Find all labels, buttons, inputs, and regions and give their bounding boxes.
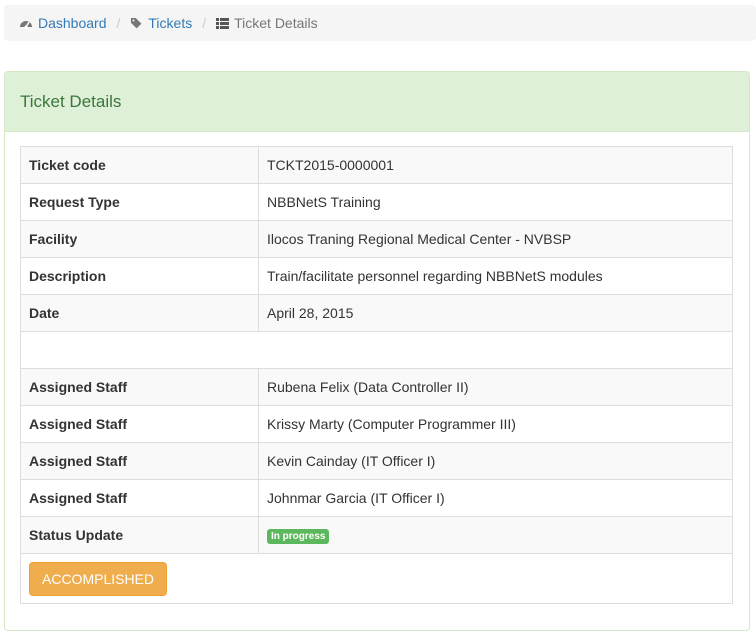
table-row: Assigned Staff Rubena Felix (Data Contro… — [20, 368, 733, 406]
breadcrumb-current-label: Ticket Details — [234, 15, 318, 31]
detail-value: NBBNetS Training — [258, 183, 733, 221]
table-row: Ticket code TCKT2015-0000001 — [20, 146, 733, 184]
dashboard-icon — [20, 21, 32, 29]
staff-label: Assigned Staff — [20, 479, 259, 517]
status-label: Status Update — [20, 516, 259, 554]
detail-value: Train/facilitate personnel regarding NBB… — [258, 257, 733, 295]
accomplished-button[interactable]: ACCOMPLISHED — [29, 561, 168, 596]
breadcrumb-separator: / — [116, 15, 121, 31]
detail-label: Facility — [20, 220, 259, 258]
detail-value: TCKT2015-0000001 — [258, 146, 733, 184]
table-row: Facility Ilocos Traning Regional Medical… — [20, 220, 733, 258]
status-badge: In progress — [267, 529, 330, 544]
action-row: ACCOMPLISHED — [20, 553, 733, 604]
panel-title: Ticket Details — [5, 72, 749, 132]
detail-value: April 28, 2015 — [258, 294, 733, 332]
panel-body: Ticket code TCKT2015-0000001 Request Typ… — [5, 132, 749, 618]
table-row: Date April 28, 2015 — [20, 294, 733, 332]
staff-label: Assigned Staff — [20, 442, 259, 480]
detail-label: Date — [20, 294, 259, 332]
staff-label: Assigned Staff — [20, 405, 259, 443]
table-row: Description Train/facilitate personnel r… — [20, 257, 733, 295]
spacer-row — [20, 331, 733, 369]
table-row: Assigned Staff Kevin Cainday (IT Officer… — [20, 442, 733, 480]
list-icon — [216, 17, 230, 29]
detail-label: Ticket code — [20, 146, 259, 184]
table-row: Assigned Staff Krissy Marty (Computer Pr… — [20, 405, 733, 443]
ticket-details-panel: Ticket Details Ticket code TCKT2015-0000… — [4, 71, 750, 631]
staff-value: Kevin Cainday (IT Officer I) — [258, 442, 733, 480]
detail-label: Description — [20, 257, 259, 295]
staff-label: Assigned Staff — [20, 368, 259, 406]
tickets-link[interactable]: Tickets — [148, 15, 192, 31]
ticket-details-table: Ticket code TCKT2015-0000001 Request Typ… — [20, 146, 733, 604]
tag-icon — [131, 17, 142, 29]
detail-label: Request Type — [20, 183, 259, 221]
dashboard-link[interactable]: Dashboard — [38, 15, 107, 31]
breadcrumb-tickets[interactable]: Tickets — [130, 15, 192, 31]
breadcrumb: Dashboard / Tickets / Ticket Details — [4, 5, 756, 41]
breadcrumb-current: Ticket Details — [216, 15, 318, 31]
table-row: Request Type NBBNetS Training — [20, 183, 733, 221]
breadcrumb-dashboard[interactable]: Dashboard — [19, 15, 107, 31]
table-row: Status Update In progress — [20, 516, 733, 554]
staff-value: Rubena Felix (Data Controller II) — [258, 368, 733, 406]
breadcrumb-separator: / — [202, 15, 207, 31]
staff-value: Johnmar Garcia (IT Officer I) — [258, 479, 733, 517]
detail-value: Ilocos Traning Regional Medical Center -… — [258, 220, 733, 258]
staff-value: Krissy Marty (Computer Programmer III) — [258, 405, 733, 443]
table-row: Assigned Staff Johnmar Garcia (IT Office… — [20, 479, 733, 517]
